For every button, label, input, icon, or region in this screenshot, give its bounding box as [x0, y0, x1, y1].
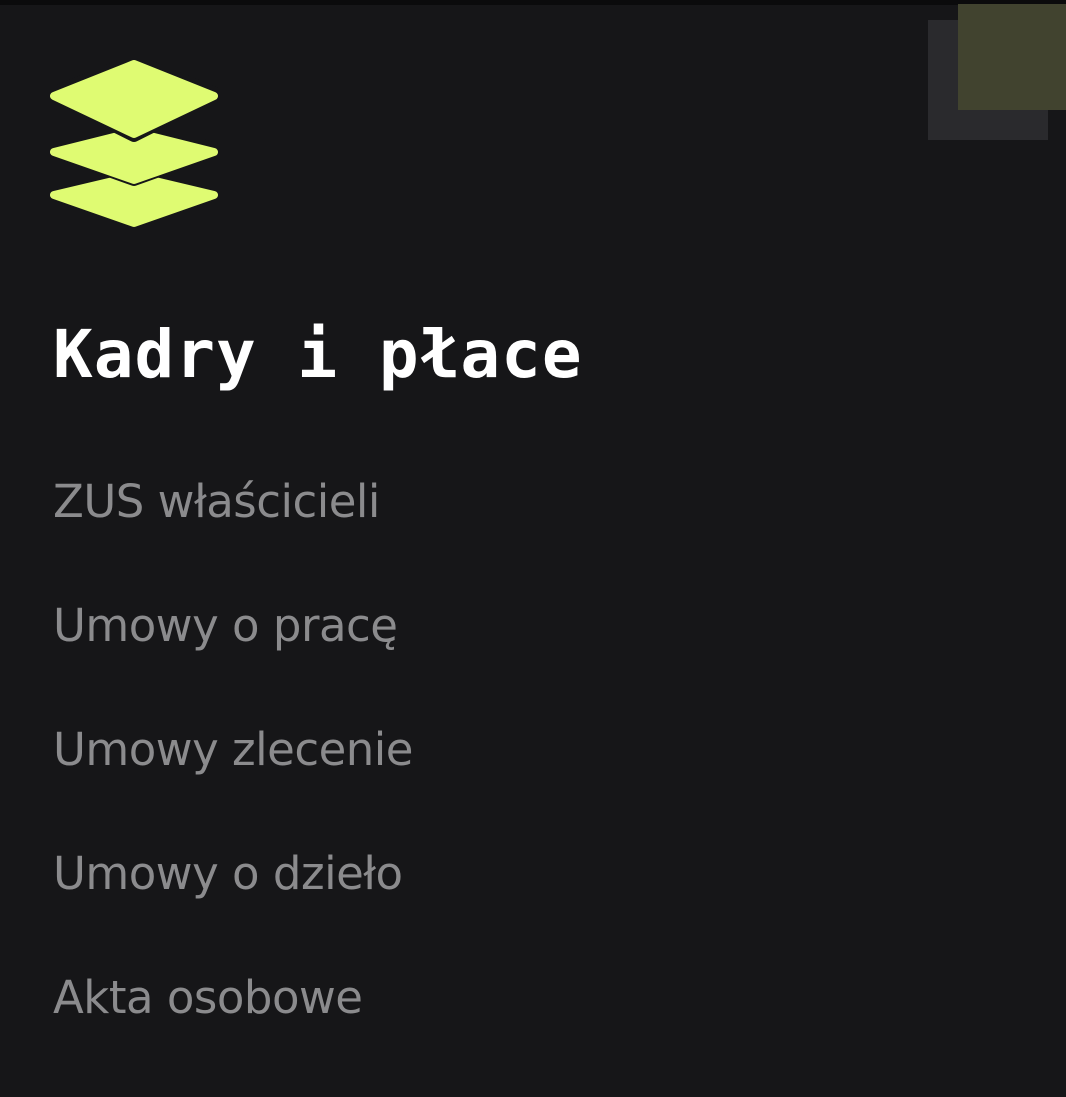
corner-overlay-accent [958, 4, 1066, 110]
top-edge [0, 0, 1066, 5]
menu-item-akta-osobowe[interactable]: Akta osobowe [53, 969, 413, 1093]
menu-item-zus-wlascicieli[interactable]: ZUS właścicieli [53, 473, 413, 597]
layers-icon [50, 60, 220, 230]
submenu-list: ZUS właścicieli Umowy o pracę Umowy zlec… [53, 473, 414, 1093]
menu-item-umowy-zlecenie[interactable]: Umowy zlecenie [53, 721, 414, 845]
section-title: Kadry i płace [53, 316, 583, 393]
menu-item-umowy-o-dzielo[interactable]: Umowy o dzieło [53, 845, 413, 969]
menu-item-umowy-o-prace[interactable]: Umowy o pracę [53, 597, 413, 721]
